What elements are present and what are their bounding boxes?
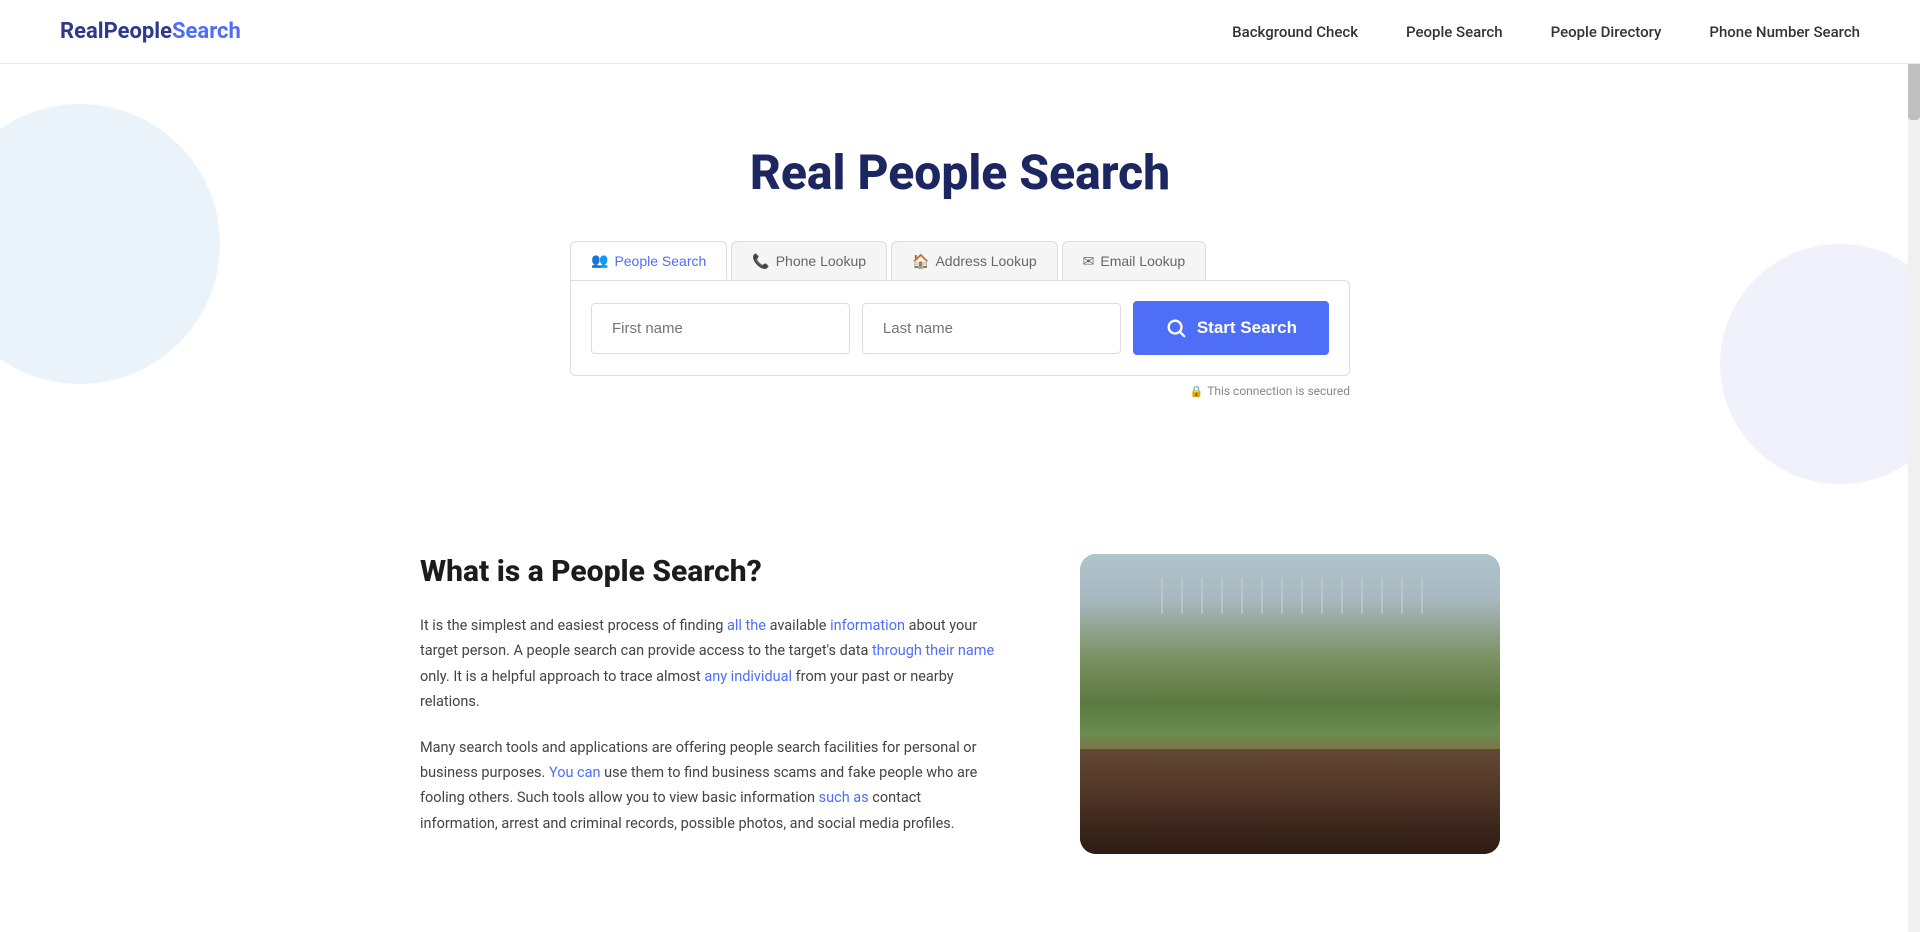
search-form-box: Start Search bbox=[570, 280, 1350, 376]
nav-people-search[interactable]: People Search bbox=[1406, 23, 1503, 41]
tab-people-search[interactable]: 👥 People Search bbox=[570, 241, 727, 280]
search-container: 👥 People Search 📞 Phone Lookup 🏠 Address… bbox=[570, 241, 1350, 398]
tab-email-lookup[interactable]: ✉ Email Lookup bbox=[1062, 241, 1207, 280]
content-section: What is a People Search? It is the simpl… bbox=[360, 554, 1560, 916]
address-lookup-icon: 🏠 bbox=[912, 253, 929, 270]
secured-connection-text: 🔒 This connection is secured bbox=[570, 384, 1350, 398]
tab-phone-lookup[interactable]: 📞 Phone Lookup bbox=[731, 241, 887, 280]
content-image bbox=[1080, 554, 1500, 854]
tab-phone-lookup-label: Phone Lookup bbox=[776, 253, 866, 269]
logo-search: Search bbox=[172, 19, 241, 44]
search-icon bbox=[1165, 317, 1187, 339]
secured-label: This connection is secured bbox=[1207, 384, 1350, 398]
tab-email-lookup-label: Email Lookup bbox=[1100, 253, 1185, 269]
content-paragraph-1: It is the simplest and easiest process o… bbox=[420, 613, 1000, 715]
start-search-button[interactable]: Start Search bbox=[1133, 301, 1329, 355]
content-title: What is a People Search? bbox=[420, 554, 1000, 589]
search-tabs: 👥 People Search 📞 Phone Lookup 🏠 Address… bbox=[570, 241, 1350, 280]
through-their-name-link[interactable]: through their name bbox=[872, 642, 994, 659]
lock-icon: 🔒 bbox=[1189, 385, 1203, 398]
hero-blob-right bbox=[1720, 244, 1920, 484]
stadium-image-inner bbox=[1080, 554, 1500, 854]
hero-title: Real People Search bbox=[20, 144, 1900, 201]
email-lookup-icon: ✉ bbox=[1083, 253, 1095, 270]
scrollbar[interactable] bbox=[1908, 0, 1920, 932]
any-individual-link[interactable]: any individual bbox=[704, 668, 792, 685]
information-link[interactable]: information bbox=[830, 617, 905, 634]
nav-links: Background Check People Search People Di… bbox=[1232, 22, 1860, 41]
hero-section: Real People Search 👥 People Search 📞 Pho… bbox=[0, 64, 1920, 494]
first-name-input[interactable] bbox=[591, 303, 850, 354]
logo-real: Real bbox=[60, 19, 104, 44]
stadium-image bbox=[1080, 554, 1500, 854]
last-name-input[interactable] bbox=[862, 303, 1121, 354]
nav-people-directory[interactable]: People Directory bbox=[1551, 23, 1662, 41]
tab-address-lookup-label: Address Lookup bbox=[935, 253, 1036, 269]
logo-people: People bbox=[104, 19, 172, 44]
start-search-label: Start Search bbox=[1197, 318, 1297, 338]
nav-background-check[interactable]: Background Check bbox=[1232, 23, 1358, 41]
all-the-link[interactable]: all the bbox=[727, 617, 766, 634]
tab-address-lookup[interactable]: 🏠 Address Lookup bbox=[891, 241, 1058, 280]
content-text: What is a People Search? It is the simpl… bbox=[420, 554, 1000, 856]
people-search-icon: 👥 bbox=[591, 252, 608, 269]
you-can-link[interactable]: You can bbox=[549, 764, 601, 781]
navbar: RealPeopleSearch Background Check People… bbox=[0, 0, 1920, 64]
tab-people-search-label: People Search bbox=[614, 253, 706, 269]
such-as-link[interactable]: such as bbox=[819, 789, 869, 806]
nav-phone-number-search[interactable]: Phone Number Search bbox=[1709, 23, 1860, 41]
site-logo[interactable]: RealPeopleSearch bbox=[60, 19, 241, 44]
phone-lookup-icon: 📞 bbox=[752, 253, 769, 270]
content-paragraph-2: Many search tools and applications are o… bbox=[420, 735, 1000, 837]
